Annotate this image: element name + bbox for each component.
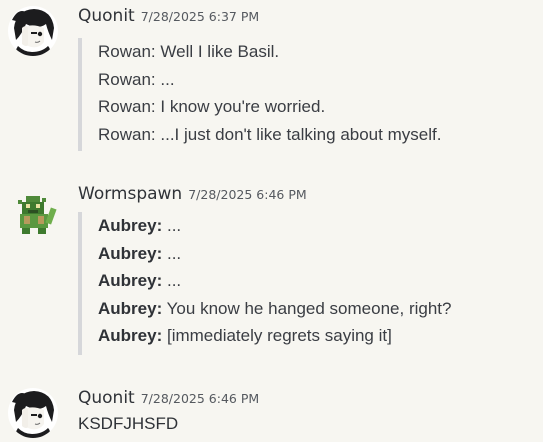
- message-header: Wormspawn 7/28/2025 6:46 PM: [78, 184, 307, 204]
- timestamp: 7/28/2025 6:46 PM: [188, 187, 307, 202]
- speaker-name: Rowan:: [98, 42, 156, 61]
- line-text: [immediately regrets saying it]: [166, 326, 392, 345]
- speaker-name: Rowan:: [98, 97, 156, 116]
- speaker-name: Aubrey:: [98, 243, 163, 263]
- block-quote: Aubrey: ... Aubrey: ... Aubrey: ... Aubr…: [78, 212, 451, 355]
- quote-line: Aubrey: [immediately regrets saying it]: [98, 322, 451, 350]
- line-text: ...: [160, 69, 175, 89]
- line-text: I know you're worried.: [160, 97, 326, 116]
- block-quote: Rowan: Well I like Basil. Rowan: ... Row…: [78, 38, 441, 151]
- pixel-creature-avatar-icon: [12, 190, 62, 240]
- user-avatar[interactable]: [8, 6, 58, 56]
- speaker-name: Rowan:: [98, 124, 156, 144]
- speaker-name: Aubrey:: [98, 326, 163, 345]
- line-text: ...: [166, 271, 182, 290]
- quote-line: Rowan: ...I just don't like talking abou…: [98, 121, 441, 149]
- message-text: KSDFJHSFD: [78, 414, 179, 433]
- message-header: Quonit 7/28/2025 6:37 PM: [78, 6, 259, 26]
- message-feed: Quonit 7/28/2025 6:37 PM Rowan: Well I li…: [0, 0, 543, 442]
- message-header: Quonit 7/28/2025 6:46 PM: [78, 388, 259, 408]
- quote-line: Rowan: Well I like Basil.: [98, 38, 441, 66]
- line-text: You know he hanged someone, right?: [166, 298, 452, 318]
- line-text: ...: [166, 243, 182, 263]
- username[interactable]: Quonit: [78, 6, 135, 26]
- quote-line: Rowan: I know you're worried.: [98, 93, 441, 121]
- speaker-name: Aubrey:: [98, 298, 163, 318]
- anime-character-avatar-icon: [8, 6, 58, 56]
- anime-character-avatar-icon: [8, 388, 58, 438]
- timestamp: 7/28/2025 6:46 PM: [140, 391, 260, 406]
- username[interactable]: Quonit: [78, 388, 135, 408]
- line-text: ...: [166, 216, 182, 235]
- quote-line: Aubrey: ...: [98, 212, 451, 240]
- user-avatar[interactable]: [12, 190, 62, 240]
- quote-line: Rowan: ...: [98, 66, 441, 94]
- quote-line: Aubrey: ...: [98, 267, 451, 295]
- timestamp: 7/28/2025 6:37 PM: [140, 9, 260, 24]
- quote-line: Aubrey: You know he hanged someone, righ…: [98, 295, 451, 323]
- user-avatar[interactable]: [8, 388, 58, 438]
- speaker-name: Rowan:: [98, 69, 156, 89]
- speaker-name: Aubrey:: [98, 271, 163, 290]
- line-text: Well I like Basil.: [160, 42, 280, 61]
- speaker-name: Aubrey:: [98, 216, 163, 235]
- line-text: ...I just don't like talking about mysel…: [160, 124, 442, 144]
- quote-line: Aubrey: ...: [98, 240, 451, 268]
- username[interactable]: Wormspawn: [78, 184, 182, 204]
